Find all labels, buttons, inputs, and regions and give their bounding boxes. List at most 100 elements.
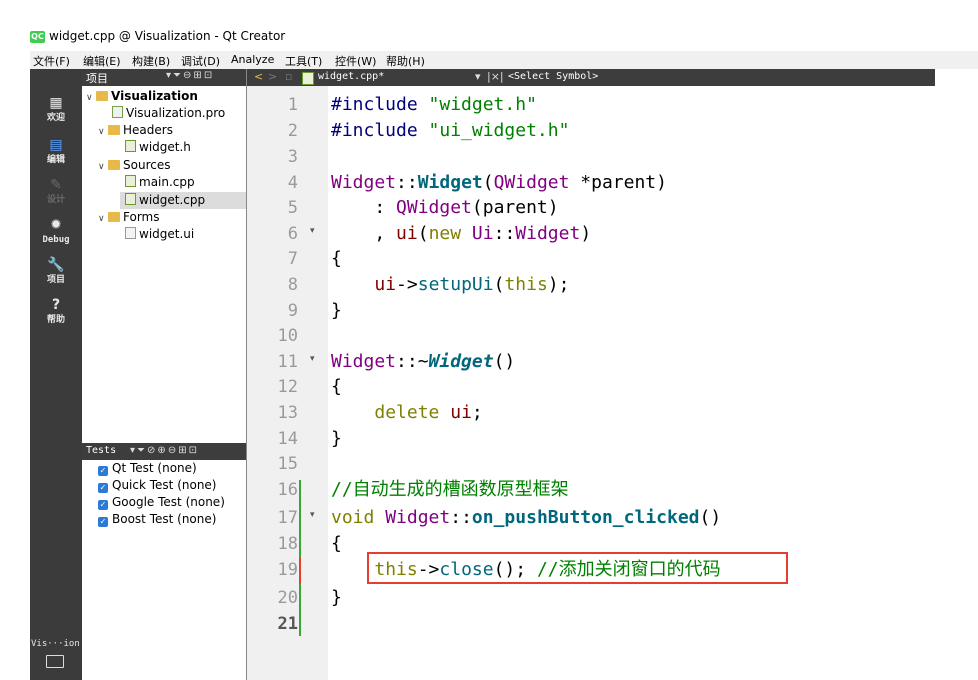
filter-icon[interactable]: ⏷ [137,445,147,456]
code-line-4: Widget::Widget(QWidget *parent) [331,170,667,196]
highlight-annotation-box [367,552,788,584]
checkbox-checked-icon[interactable]: ✓ [98,466,108,476]
code-token: Widget [515,223,581,244]
chevron-down-icon[interactable]: ∨ [86,90,96,107]
mode-design[interactable]: ✎ 设计 [30,176,82,216]
chevron-down-icon[interactable]: ∨ [98,211,108,228]
tree-item-visualization-pro[interactable]: Visualization.pro [112,105,225,122]
code-token: , [331,223,397,244]
test-item-qt[interactable]: ✓ Qt Test (none) [98,460,197,477]
mode-edit[interactable]: ▤ 编辑 [30,136,82,176]
dropdown-icon[interactable]: ▾ [130,445,137,456]
line-number: 17 [277,508,298,528]
tree-item-visualization[interactable]: ∨ Visualization [86,88,198,105]
fold-marker-icon[interactable]: ▾ [310,354,315,364]
line-number: 12 [277,377,298,397]
mode-welcome[interactable]: ▦ 欢迎 [30,94,82,134]
chevron-down-icon[interactable]: ∨ [98,124,108,141]
dropdown-icon[interactable]: ▾ [475,70,481,83]
document-selector[interactable]: widget.cpp* [318,71,384,82]
collapse-icon[interactable]: ⊖ [168,445,178,456]
project-panel-title[interactable]: 项目 [86,70,108,86]
mode-debug[interactable]: ✹ Debug [30,216,82,256]
line-number: 5 [287,198,298,218]
expand-icon[interactable]: ⊕ [157,445,167,456]
tree-item-widget-cpp[interactable]: widget.cpp [125,192,205,209]
mode-label: 项目 [46,275,65,285]
line-number: 14 [277,429,298,449]
tree-item-label: Forms [123,210,160,224]
mode-help[interactable]: ? 帮助 [30,296,82,336]
tree-item-widget-h[interactable]: widget.h [125,139,191,156]
mode-label: 设计 [46,195,65,205]
close-panel-icon[interactable]: ⊡ [204,70,214,81]
code-token: ( [493,274,505,295]
nav-forward-icon[interactable]: > [268,70,277,83]
menu-analyze[interactable]: Analyze [231,53,274,66]
target-selector-label[interactable]: Vis···ion [31,639,81,649]
tree-item-main-cpp[interactable]: main.cpp [125,174,195,191]
code-token: new [428,223,462,244]
line-number: 8 [287,275,298,295]
menu-tools[interactable]: 工具(T) [285,53,322,69]
help-icon: ? [51,297,61,313]
tree-item-label: main.cpp [139,175,195,189]
test-item-label: Qt Test (none) [112,461,197,475]
nav-back-icon[interactable]: < [254,70,263,83]
code-token: ui [374,274,397,295]
checkbox-checked-icon[interactable]: ✓ [98,483,108,493]
wrench-icon: 🔧 [47,257,65,273]
line-number: 20 [277,588,298,608]
test-item-google[interactable]: ✓ Google Test (none) [98,494,225,511]
link-icon[interactable]: ⊖ [183,70,193,81]
split-icon[interactable]: ⊞ [178,445,188,456]
menu-widgets[interactable]: 控件(W) [335,53,376,69]
menu-edit[interactable]: 编辑(E) [83,53,121,69]
tree-item-widget-ui[interactable]: widget.ui [125,226,194,243]
code-token: "widget.h" [417,94,537,115]
chevron-down-icon[interactable]: ∨ [98,159,108,176]
menu-build[interactable]: 构建(B) [132,53,170,69]
mode-projects[interactable]: 🔧 项目 [30,256,82,296]
code-token: QWidget [493,172,570,193]
test-item-label: Boost Test (none) [112,512,217,526]
pro-file-icon [112,106,123,118]
fold-marker-icon[interactable]: ▾ [310,226,315,236]
menu-help[interactable]: 帮助(H) [386,53,425,69]
close-panel-icon[interactable]: ⊡ [189,445,199,456]
test-item-quick[interactable]: ✓ Quick Test (none) [98,477,217,494]
symbol-selector[interactable]: <Select Symbol> [508,71,598,82]
tests-panel-title[interactable]: Tests [86,445,116,456]
dropdown-icon[interactable]: ▾ [166,70,173,81]
fold-marker-icon[interactable]: ▾ [310,510,315,520]
debug-icon: ✹ [50,217,62,233]
close-document-icon[interactable]: |×| [487,70,504,83]
tree-item-label: Visualization.pro [126,106,226,120]
tree-item-forms[interactable]: ∨ Forms [98,209,159,226]
folder-icon [108,125,120,135]
menu-debug[interactable]: 调试(D) [181,53,220,69]
test-item-boost[interactable]: ✓ Boost Test (none) [98,511,216,528]
code-line-8: ui->setupUi(this); [331,272,569,298]
code-token: this [504,274,548,295]
monitor-icon[interactable] [46,655,64,668]
tree-item-headers[interactable]: ∨ Headers [98,122,173,139]
tree-item-sources[interactable]: ∨ Sources [98,157,170,174]
code-token: on_pushButton_clicked [471,507,700,528]
split-icon[interactable]: ⊞ [193,70,203,81]
project-panel-tools: ▾⏷⊖⊞⊡ [166,70,214,81]
qt-creator-logo-icon: QC [30,31,45,43]
checkbox-checked-icon[interactable]: ✓ [98,500,108,510]
run-icon[interactable]: ⊘ [147,445,157,456]
filter-icon[interactable]: ⏷ [173,70,183,81]
code-token: #include [331,120,418,141]
checkbox-checked-icon[interactable]: ✓ [98,517,108,527]
code-line-5: : QWidget(parent) [331,195,559,221]
menu-file[interactable]: 文件(F) [33,53,70,69]
code-token: ; [471,402,483,423]
tree-item-label: Visualization [111,89,198,103]
code-token: (parent) [471,197,559,218]
code-token: Widget [417,172,483,193]
design-icon: ✎ [50,177,62,193]
